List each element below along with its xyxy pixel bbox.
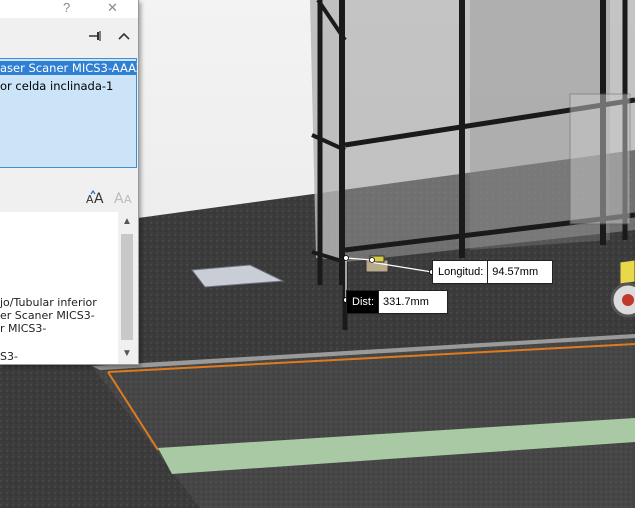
vertical-scrollbar[interactable]: ▲ ▼ [118,212,136,364]
panel-toolbar [0,24,138,50]
selection-list[interactable]: aser Scaner MICS3-AAAZX or celda inclina… [0,58,138,168]
scrollbar-thumb[interactable] [121,234,133,340]
help-button[interactable]: ? [63,0,70,18]
list-item[interactable]: S3- [0,350,18,363]
selection-item[interactable]: aser Scaner MICS3-AAAZX [0,61,138,75]
length-value: 94.57mm [487,261,552,283]
font-increase-icon[interactable]: AA [86,189,104,207]
list-item[interactable]: er Scaner MICS3- [0,309,95,322]
close-button[interactable]: ✕ [107,0,118,18]
distance-value: 331.7mm [378,291,447,313]
feature-list[interactable]: jo/Tubular inferior er Scaner MICS3- r M… [0,212,118,364]
list-item[interactable]: r MICS3- [0,322,46,335]
list-item[interactable]: jo/Tubular inferior [0,296,97,309]
scroll-up-arrow[interactable]: ▲ [118,216,136,227]
svg-text:A: A [114,191,124,204]
font-decrease-icon[interactable]: AA [114,190,132,207]
distance-callout: Dist: 331.7mm [346,290,448,314]
panel-titlebar: ? ✕ [0,0,138,18]
distance-label: Dist: [347,291,378,313]
svg-text:A: A [124,193,132,204]
pin-icon[interactable] [88,30,102,45]
length-callout: Longitud: 94.57mm [432,260,554,284]
chevron-up-icon[interactable] [118,30,130,44]
property-panel: ? ✕ aser Scaner MICS3-AAAZX or celda inc… [0,0,139,365]
machine-yellow [619,259,635,285]
length-label: Longitud: [438,266,484,278]
svg-text:A: A [94,191,104,204]
inner-cabinet [569,93,631,225]
selection-item[interactable]: or celda inclinada-1 [0,79,113,93]
scroll-down-arrow[interactable]: ▼ [118,348,136,359]
svg-text:A: A [86,193,94,204]
